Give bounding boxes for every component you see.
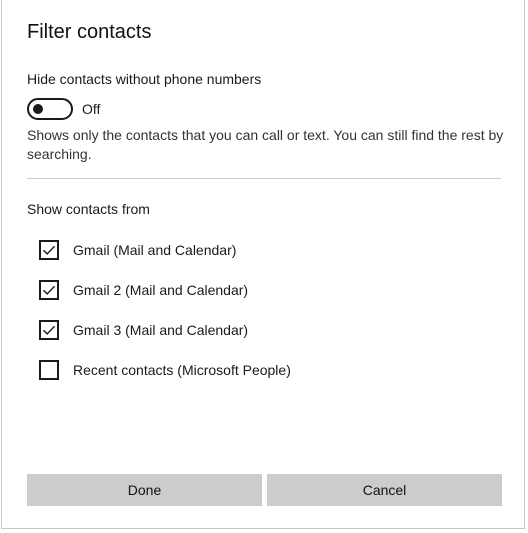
checkmark-icon xyxy=(43,245,56,255)
source-gmail-2[interactable]: Gmail 2 (Mail and Calendar) xyxy=(39,279,248,301)
filter-contacts-dialog: Filter contacts Hide contacts without ph… xyxy=(1,0,525,529)
checkbox[interactable] xyxy=(39,240,59,260)
checkbox[interactable] xyxy=(39,360,59,380)
source-gmail-3[interactable]: Gmail 3 (Mail and Calendar) xyxy=(39,319,248,341)
hide-contacts-toggle[interactable] xyxy=(27,98,73,120)
checkmark-icon xyxy=(43,285,56,295)
source-label: Recent contacts (Microsoft People) xyxy=(73,362,291,378)
checkmark-icon xyxy=(43,325,56,335)
toggle-knob xyxy=(33,104,43,114)
cancel-button[interactable]: Cancel xyxy=(267,474,502,506)
checkbox[interactable] xyxy=(39,280,59,300)
divider xyxy=(27,178,501,179)
source-label: Gmail (Mail and Calendar) xyxy=(73,242,237,258)
source-gmail[interactable]: Gmail (Mail and Calendar) xyxy=(39,239,236,261)
source-recent-contacts[interactable]: Recent contacts (Microsoft People) xyxy=(39,359,291,381)
done-button[interactable]: Done xyxy=(27,474,262,506)
toggle-state-label: Off xyxy=(82,101,101,117)
source-label: Gmail 2 (Mail and Calendar) xyxy=(73,282,249,298)
show-contacts-from-label: Show contacts from xyxy=(27,201,150,217)
checkbox[interactable] xyxy=(39,320,59,340)
source-label: Gmail 3 (Mail and Calendar) xyxy=(73,322,249,338)
hide-contacts-label: Hide contacts without phone numbers xyxy=(27,71,262,87)
dialog-title: Filter contacts xyxy=(27,21,152,43)
hide-contacts-description: Shows only the contacts that you can cal… xyxy=(27,127,504,162)
